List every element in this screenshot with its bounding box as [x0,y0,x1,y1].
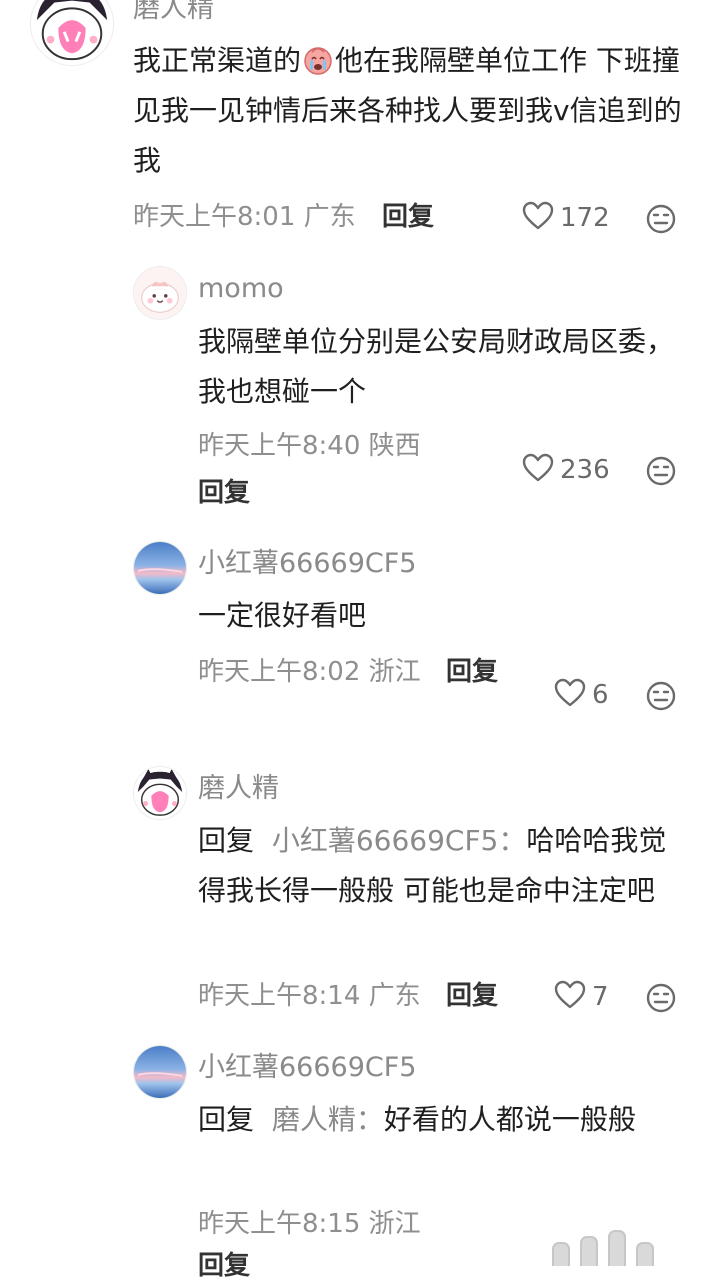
comment-text-part: 我正常渠道的 [133,44,302,77]
avatar[interactable] [133,766,187,820]
comment-location: 广东 [368,981,421,1011]
avatar[interactable] [133,541,187,595]
comment-meta: 昨天上午8:15 浙江 [198,1208,421,1240]
reply-button[interactable]: 回复 [446,980,498,1012]
reply-prefix: 回复 [198,1103,255,1136]
comment-time: 昨天上午8:15 [198,1209,361,1239]
comment-location: 浙江 [368,1209,421,1239]
comment-location: 广东 [303,202,356,232]
avatar[interactable] [133,266,187,320]
reply-prefix: 回复 [198,824,255,857]
comment-location: 浙江 [368,657,421,687]
like-button[interactable]: 6 [554,678,609,712]
heart-outline-icon [554,980,586,1014]
handle-tick [636,1242,654,1266]
comment-time: 昨天上午8:01 [133,202,296,232]
reply-target-user[interactable]: 磨人精： [272,1103,384,1136]
comment-text: 一定很好看吧 [198,599,367,632]
comment-meta: 昨天上午8:14 广东 [198,980,421,1012]
comment-meta: 昨天上午8:40 陕西 [198,430,421,462]
comment-username[interactable]: 小红薯66669CF5 [198,1053,416,1083]
avatar[interactable] [133,1045,187,1099]
comment-text-part: 好看的人都说一般般 [383,1103,636,1136]
emoji-face-icon[interactable] [645,680,677,712]
comment-time: 昨天上午8:40 [198,431,361,461]
comment-username[interactable]: momo [198,274,284,304]
comment-time: 昨天上午8:02 [198,657,361,687]
reply-target-user[interactable]: 小红薯66669CF5： [272,824,527,857]
comment-text: 我隔壁单位分别是公安局财政局区委，我也想碰一个 [198,325,675,408]
like-count: 7 [592,982,609,1012]
emoji-face-icon[interactable] [645,982,677,1014]
comment-time: 昨天上午8:14 [198,981,361,1011]
handle-tick [580,1236,598,1266]
comment-meta: 昨天上午8:02 浙江 [198,656,421,688]
heart-outline-icon [554,678,586,712]
emoji-face-icon[interactable] [645,203,677,235]
bottom-handle-indicator [552,1228,702,1266]
like-count: 6 [592,680,609,710]
comment-username[interactable]: 磨人精 [198,774,279,804]
like-button[interactable]: 172 [522,201,610,235]
heart-outline-icon [522,201,554,235]
like-button[interactable]: 236 [522,453,610,487]
comment-text: 回复 小红薯66669CF5：哈哈哈我觉得我长得一般般 可能也是命中注定吧 [198,816,688,916]
emoji-face-icon[interactable] [645,455,677,487]
reply-button[interactable]: 回复 [198,477,250,509]
comment-text: 我正常渠道的 他在我隔壁单位工作 下班撞见我一见钟情后来各种找人要到我v信追到的我 [133,36,693,186]
comment-location: 陕西 [368,431,421,461]
handle-tick [552,1242,570,1266]
handle-tick [608,1230,626,1266]
comment-username[interactable]: 小红薯66669CF5 [198,549,416,579]
like-button[interactable]: 7 [554,980,609,1014]
avatar[interactable] [30,0,114,66]
reply-button[interactable]: 回复 [382,201,434,233]
like-count: 236 [560,455,610,485]
heart-outline-icon [522,453,554,487]
like-count: 172 [560,203,610,233]
comment-text: 回复 磨人精：好看的人都说一般般 [198,1095,688,1145]
comment-meta: 昨天上午8:01 广东 [133,201,356,233]
reply-button[interactable]: 回复 [446,656,498,688]
crying-face-emoji-icon [302,41,334,75]
reply-button[interactable]: 回复 [198,1250,250,1282]
comment-username[interactable]: 磨人精 [133,0,214,24]
